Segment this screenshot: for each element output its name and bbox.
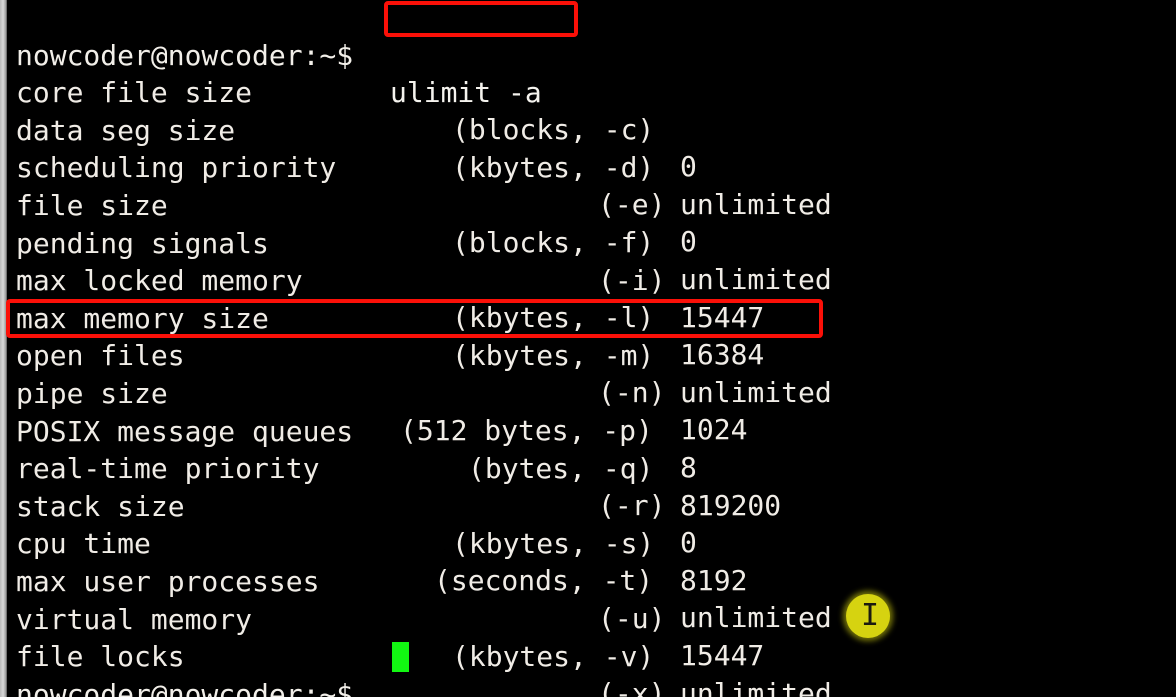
limit-value: unlimited xyxy=(680,677,832,697)
text-cursor-icon: I xyxy=(861,598,880,633)
limit-row: cpu time (seconds, -t) unlimited xyxy=(0,488,1176,634)
limit-row: max user processes (-u) 15447 xyxy=(0,526,1176,672)
terminal-window: nowcoder@nowcoder:~$ ulimit -a core file… xyxy=(0,0,1176,697)
limit-row: virtual memory (kbytes, -v) unlimited xyxy=(0,564,1176,697)
limit-row: stack size (kbytes, -s) 8192 xyxy=(0,451,1176,597)
limit-row: scheduling priority (-e) 0 xyxy=(0,112,1176,258)
limit-row: core file size (blocks, -c) 0 xyxy=(0,37,1176,183)
limit-row: POSIX message queues (bytes, -q) 819200 xyxy=(0,376,1176,522)
prompt-line-final: nowcoder@nowcoder:~$ xyxy=(0,639,1176,697)
limit-row: file locks (-x) unlimited xyxy=(0,601,1176,697)
shell-prompt-final: nowcoder@nowcoder:~$ xyxy=(16,678,354,697)
limit-row-open-files: open files (-n) 1024 xyxy=(0,300,1176,446)
limit-row: max memory size (kbytes, -m) unlimited xyxy=(0,263,1176,409)
limit-row: file size (blocks, -f) unlimited xyxy=(0,150,1176,296)
prompt-line-command: nowcoder@nowcoder:~$ ulimit -a xyxy=(0,0,1176,109)
limit-row: max locked memory (kbytes, -l) 16384 xyxy=(0,225,1176,371)
limit-units: (-x) xyxy=(598,677,666,697)
terminal-output-area[interactable]: nowcoder@nowcoder:~$ ulimit -a core file… xyxy=(0,0,1176,697)
limit-row: data seg size (kbytes, -d) unlimited xyxy=(0,75,1176,221)
terminal-block-cursor xyxy=(392,642,409,672)
limit-row: pipe size (512 bytes, -p) 8 xyxy=(0,338,1176,484)
limit-row: pending signals (-i) 15447 xyxy=(0,188,1176,334)
limit-row: real-time priority (-r) 0 xyxy=(0,413,1176,559)
